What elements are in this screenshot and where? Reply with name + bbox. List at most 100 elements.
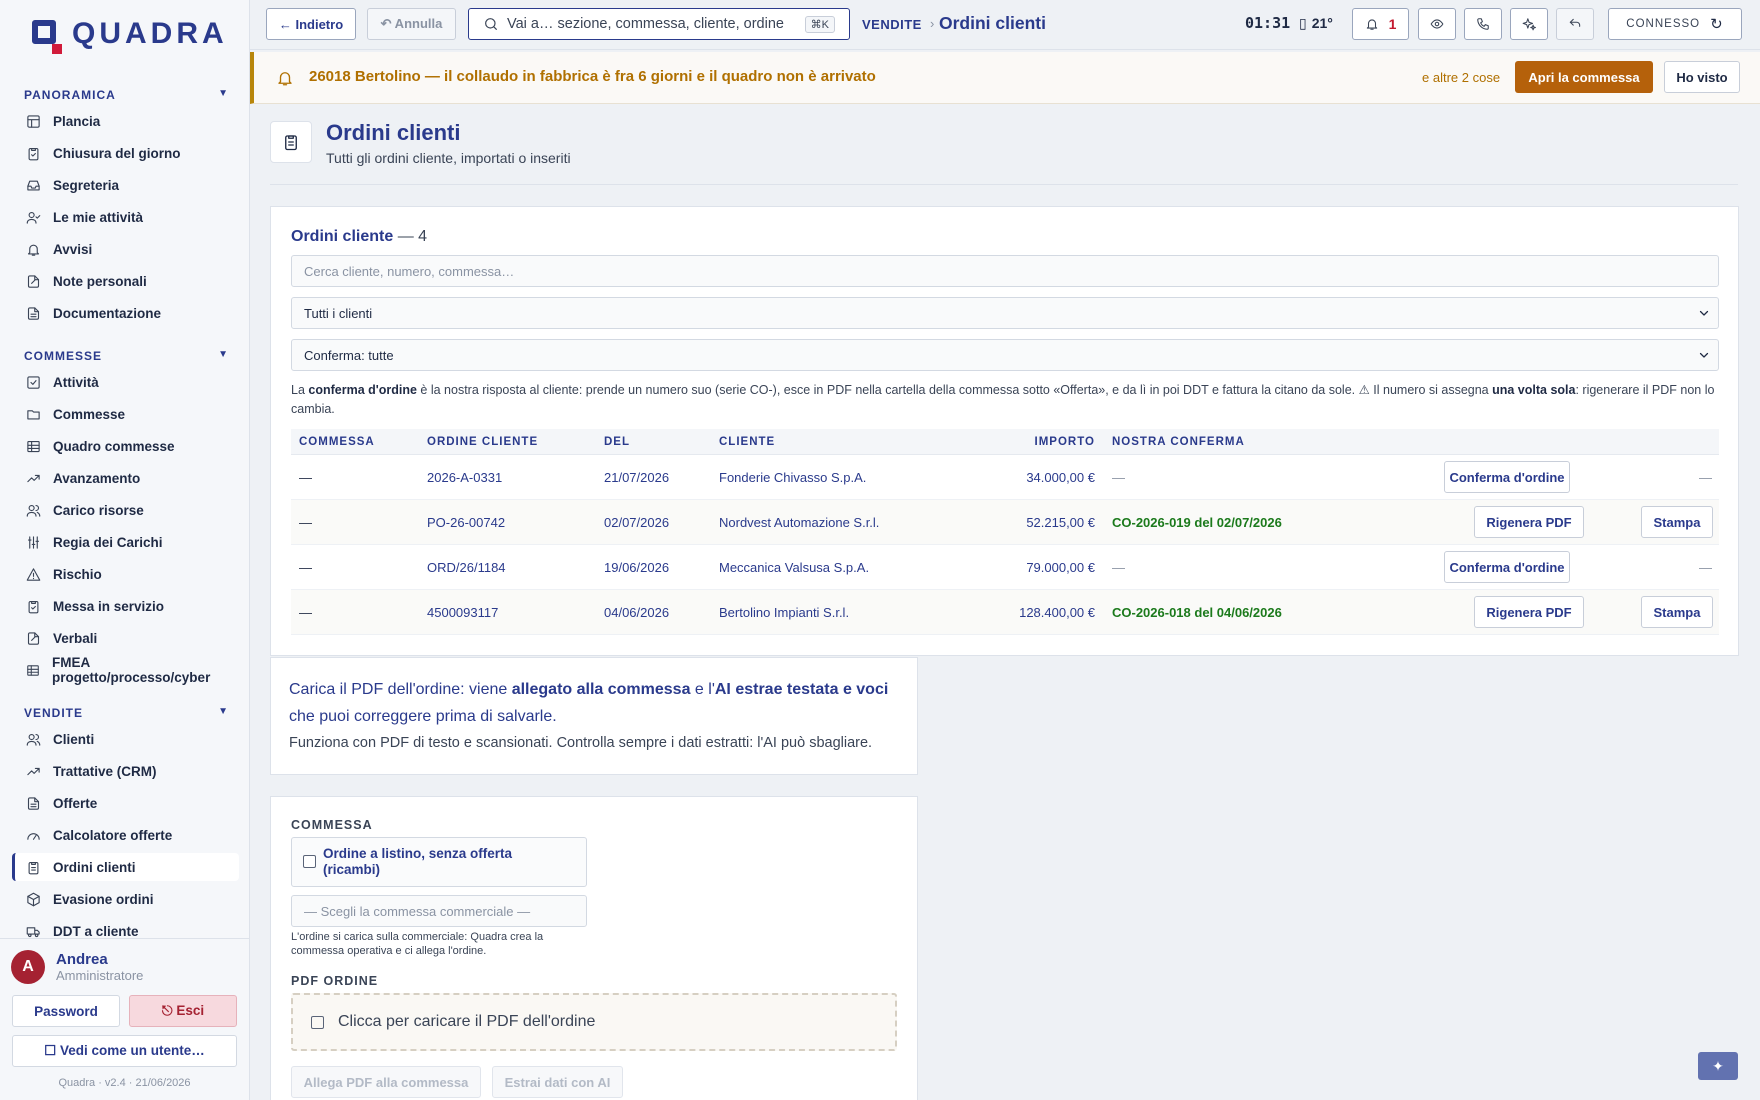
col-ordine-cliente[interactable]: ORDINE CLIENTE bbox=[427, 436, 538, 448]
confirm-order-button[interactable]: Conferma d'ordine bbox=[1444, 461, 1570, 493]
section-header-commesse[interactable]: COMMESSE ▼ bbox=[24, 349, 229, 363]
sidebar-item-regia-carichi[interactable]: Regia dei Carichi bbox=[12, 528, 239, 556]
global-search-input[interactable]: Vai a… sezione, commessa, cliente, ordin… bbox=[468, 8, 850, 40]
users-icon bbox=[26, 504, 41, 517]
cell-ordine[interactable]: PO-26-00742 bbox=[427, 515, 505, 530]
sidebar-item-offerte[interactable]: Offerte bbox=[12, 789, 239, 817]
table-row: — 4500093117 04/06/2026 Bertolino Impian… bbox=[291, 590, 1719, 635]
breadcrumb-section[interactable]: VENDITE bbox=[862, 17, 922, 32]
user-name: Andrea bbox=[56, 951, 108, 968]
col-importo[interactable]: IMPORTO bbox=[1035, 436, 1095, 448]
sidebar-item-quadro-commesse[interactable]: Quadro commesse bbox=[12, 432, 239, 460]
undo-button[interactable]: ↶ Annulla bbox=[367, 8, 456, 40]
commessa-select[interactable]: — Scegli la commessa commerciale — bbox=[291, 895, 587, 927]
sidebar-item-chiusura[interactable]: Chiusura del giorno bbox=[12, 139, 239, 167]
list-order-option[interactable]: Ordine a listino, senza offerta (ricambi… bbox=[291, 837, 587, 887]
truck-icon bbox=[26, 926, 40, 937]
search-shortcut-badge: ⌘K bbox=[804, 16, 835, 33]
cell-del: 21/07/2026 bbox=[604, 470, 670, 485]
clipboard-check-icon bbox=[28, 147, 39, 160]
col-cliente[interactable]: CLIENTE bbox=[719, 436, 775, 448]
temperature-value: 21° bbox=[1311, 15, 1333, 31]
sidebar-item-avvisi[interactable]: Avvisi bbox=[12, 235, 239, 263]
alert-more-link[interactable]: e altre 2 cose bbox=[1422, 70, 1500, 85]
sidebar-item-rischio[interactable]: Rischio bbox=[12, 560, 239, 588]
eye-icon bbox=[1430, 19, 1444, 29]
assistant-fab-button[interactable]: ✦ bbox=[1698, 1052, 1738, 1080]
regenerate-pdf-button[interactable]: Rigenera PDF bbox=[1474, 506, 1584, 538]
cell-conferma[interactable]: CO-2026-019 del 02/07/2026 bbox=[1112, 515, 1282, 530]
app-logo[interactable]: QUADRA bbox=[30, 14, 228, 54]
attach-pdf-button[interactable]: Allega PDF alla commessa bbox=[291, 1066, 481, 1098]
table-row: — ORD/26/1184 19/06/2026 Meccanica Valsu… bbox=[291, 545, 1719, 590]
refresh-icon: ↻ bbox=[1710, 16, 1724, 33]
orders-search-input[interactable]: Cerca cliente, numero, commessa… bbox=[291, 255, 1719, 287]
sidebar-item-commesse[interactable]: Commesse bbox=[12, 400, 239, 428]
sidebar-item-label: Quadro commesse bbox=[53, 438, 175, 454]
collapse-triangle-icon: ▼ bbox=[218, 88, 229, 99]
cell-print: — bbox=[1699, 560, 1712, 575]
impersonate-user-button[interactable]: ☐ Vedi come un utente… bbox=[12, 1035, 237, 1067]
sidebar-item-ordini-clienti[interactable]: Ordini clienti bbox=[12, 853, 239, 881]
confirm-filter-select[interactable]: Conferma: tutte bbox=[291, 339, 1719, 371]
cell-conferma[interactable]: CO-2026-018 del 04/06/2026 bbox=[1112, 605, 1282, 620]
regenerate-pdf-button[interactable]: Rigenera PDF bbox=[1474, 596, 1584, 628]
col-del[interactable]: DEL bbox=[604, 436, 630, 448]
sidebar-item-messa-servizio[interactable]: Messa in servizio bbox=[12, 592, 239, 620]
confirm-order-button[interactable]: Conferma d'ordine bbox=[1444, 551, 1570, 583]
sidebar-item-calcolatore[interactable]: Calcolatore offerte bbox=[12, 821, 239, 849]
sidebar-item-trattative[interactable]: Trattative (CRM) bbox=[12, 757, 239, 785]
view-mode-button[interactable] bbox=[1418, 8, 1456, 40]
connection-status-button[interactable]: CONNESSO ↻ bbox=[1608, 8, 1742, 40]
cell-cliente[interactable]: Nordvest Automazione S.r.l. bbox=[719, 515, 879, 530]
folder-icon bbox=[27, 409, 40, 419]
sidebar-item-clienti[interactable]: Clienti bbox=[12, 725, 239, 753]
dismiss-alert-button[interactable]: Ho visto bbox=[1664, 61, 1740, 93]
sidebar-item-plancia[interactable]: Plancia bbox=[12, 107, 239, 135]
cell-cliente[interactable]: Fonderie Chivasso S.p.A. bbox=[719, 470, 866, 485]
list-order-checkbox-label[interactable]: Ordine a listino, senza offerta (ricambi… bbox=[323, 846, 563, 878]
note-emphasis: conferma d'ordine bbox=[308, 383, 417, 397]
reply-button[interactable] bbox=[1556, 8, 1594, 40]
open-commessa-button[interactable]: Apri la commessa bbox=[1515, 61, 1653, 93]
header-divider bbox=[270, 184, 1738, 185]
pdf-upload-dropzone[interactable]: Clicca per caricare il PDF dell'ordine bbox=[291, 993, 897, 1051]
sidebar-item-avanzamento[interactable]: Avanzamento bbox=[12, 464, 239, 492]
print-button[interactable]: Stampa bbox=[1641, 596, 1713, 628]
cell-conferma: — bbox=[1112, 470, 1125, 485]
sidebar-item-documentazione[interactable]: Documentazione bbox=[12, 299, 239, 327]
cell-ordine[interactable]: ORD/26/1184 bbox=[427, 560, 506, 575]
print-button[interactable]: Stampa bbox=[1641, 506, 1713, 538]
sidebar-item-attivita[interactable]: Attività bbox=[12, 368, 239, 396]
avatar[interactable]: A bbox=[11, 950, 45, 984]
sidebar-item-segreteria[interactable]: Segreteria bbox=[12, 171, 239, 199]
list-order-checkbox[interactable] bbox=[303, 855, 316, 868]
cell-ordine[interactable]: 2026-A-0331 bbox=[427, 470, 502, 485]
password-button[interactable]: Password bbox=[12, 995, 120, 1027]
sidebar-item-verbali[interactable]: Verbali bbox=[12, 624, 239, 652]
client-filter-select[interactable]: Tutti i clienti bbox=[291, 297, 1719, 329]
sidebar-item-attivita-mie[interactable]: Le mie attività bbox=[12, 203, 239, 231]
order-upload-form: COMMESSA Ordine a listino, senza offerta… bbox=[270, 796, 918, 1100]
sidebar-item-note[interactable]: Note personali bbox=[12, 267, 239, 295]
col-nostra-conferma[interactable]: NOSTRA CONFERMA bbox=[1112, 436, 1245, 448]
col-commessa[interactable]: COMMESSA bbox=[299, 436, 375, 448]
reply-icon bbox=[1569, 18, 1581, 27]
back-button[interactable]: ← Indietro bbox=[266, 8, 356, 40]
section-header-panoramica[interactable]: PANORAMICA ▼ bbox=[24, 88, 229, 102]
ai-sparkle-button[interactable] bbox=[1510, 8, 1548, 40]
sidebar-item-evasione[interactable]: Evasione ordini bbox=[12, 885, 239, 913]
logout-button[interactable]: ⎋ Esci bbox=[129, 995, 237, 1027]
cell-cliente[interactable]: Meccanica Valsusa S.p.A. bbox=[719, 560, 869, 575]
notifications-button[interactable]: 1 bbox=[1352, 8, 1409, 40]
cell-cliente[interactable]: Bertolino Impianti S.r.l. bbox=[719, 605, 849, 620]
orders-table: COMMESSA ORDINE CLIENTE DEL CLIENTE IMPO… bbox=[291, 429, 1719, 635]
sidebar-item-carico-risorse[interactable]: Carico risorse bbox=[12, 496, 239, 524]
section-header-vendite[interactable]: VENDITE ▼ bbox=[24, 706, 229, 720]
sidebar-item-fmea[interactable]: FMEA progetto/processo/cyber bbox=[12, 655, 239, 685]
orders-title-text: Ordini cliente bbox=[291, 228, 394, 245]
temperature: ▯ 21° bbox=[1299, 15, 1333, 32]
cell-ordine[interactable]: 4500093117 bbox=[427, 605, 498, 620]
ai-extract-button[interactable]: Estrai dati con AI bbox=[492, 1066, 623, 1098]
phone-button[interactable] bbox=[1464, 8, 1502, 40]
